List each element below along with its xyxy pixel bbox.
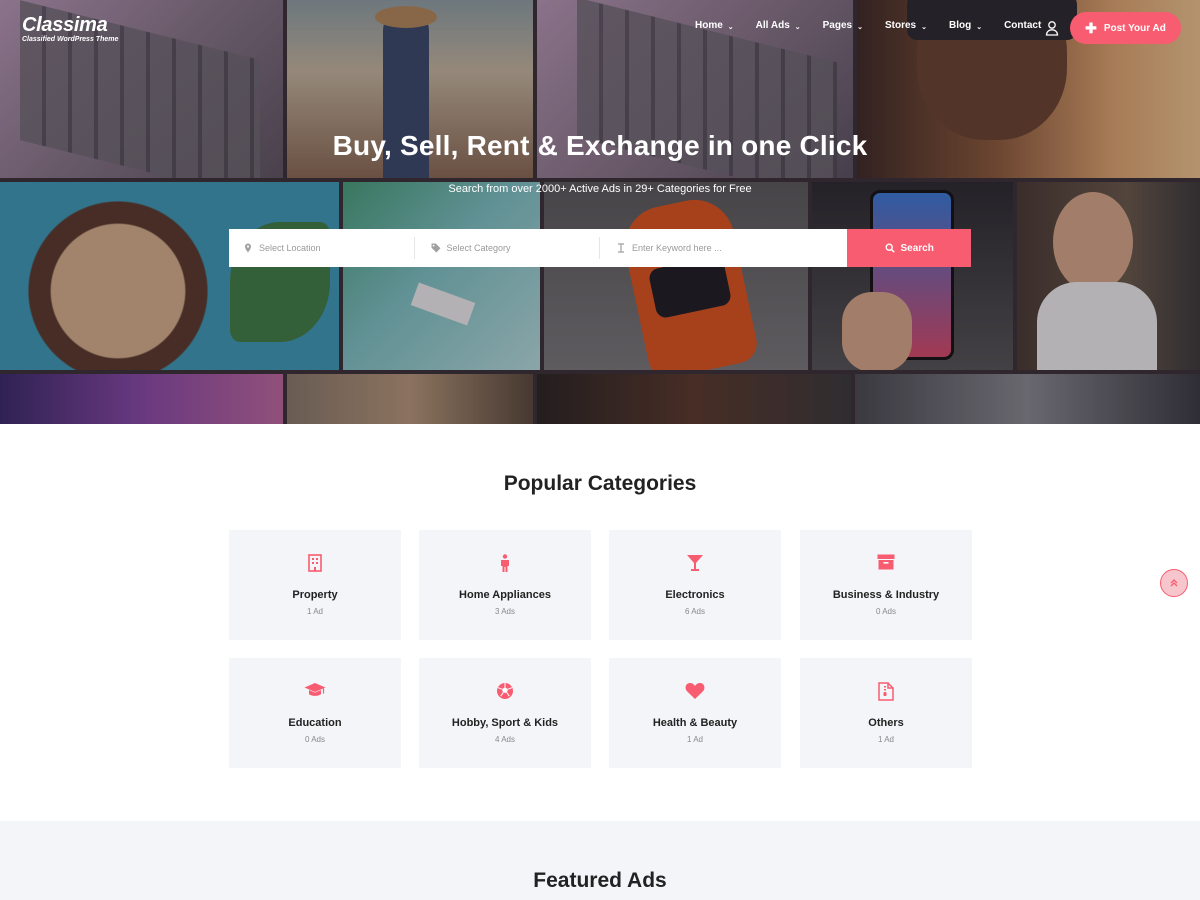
location-select[interactable]: Select Location xyxy=(229,237,415,259)
heart-icon xyxy=(609,682,781,700)
double-chevron-up-icon xyxy=(1170,579,1178,587)
category-card-others[interactable]: Others 1 Ad xyxy=(800,658,972,768)
hero-section: Classima Classified WordPress Theme Home… xyxy=(0,0,1200,424)
search-button[interactable]: Search xyxy=(847,229,971,267)
site-logo[interactable]: Classima Classified WordPress Theme xyxy=(22,14,118,44)
user-account-icon[interactable] xyxy=(1044,20,1060,36)
chevron-down-icon: ⌄ xyxy=(727,23,734,31)
category-placeholder: Select Category xyxy=(446,243,511,253)
menu-item-pages[interactable]: Pages ⌄ xyxy=(823,20,863,31)
map-pin-icon xyxy=(245,243,251,253)
logo-tagline: Classified WordPress Theme xyxy=(22,36,119,43)
post-ad-label: Post Your Ad xyxy=(1103,22,1166,34)
category-name: Education xyxy=(288,717,342,729)
menu-item-home[interactable]: Home ⌄ xyxy=(695,20,734,31)
search-bar: Select Location Select Category Enter Ke… xyxy=(229,229,971,267)
category-name: Hobby, Sport & Kids xyxy=(451,717,559,729)
category-count: 1 Ad xyxy=(306,607,323,616)
hero-overlay xyxy=(0,0,1200,424)
category-name: Business & Industry xyxy=(832,589,940,601)
cocktail-glass-icon xyxy=(609,554,781,572)
menu-label: Blog xyxy=(948,20,972,31)
menu-label: Stores xyxy=(884,20,917,31)
plus-icon: ✚ xyxy=(1085,20,1097,36)
menu-item-contact[interactable]: Contact xyxy=(1004,20,1041,31)
top-navigation: Classima Classified WordPress Theme Home… xyxy=(0,0,1200,56)
chevron-down-icon: ⌄ xyxy=(921,23,927,31)
menu-item-all-ads[interactable]: All Ads ⌄ xyxy=(756,20,801,31)
category-count: 1 Ad xyxy=(686,735,703,744)
category-name: Others xyxy=(868,717,904,729)
building-icon xyxy=(229,554,401,572)
chevron-down-icon: ⌄ xyxy=(976,23,983,31)
search-icon xyxy=(884,243,895,253)
keyword-placeholder: Enter Keyword here ... xyxy=(632,243,722,253)
scroll-to-top-button[interactable] xyxy=(1160,569,1188,597)
category-count: 4 Ads xyxy=(494,735,515,744)
keyword-input[interactable]: Enter Keyword here ... xyxy=(600,237,847,259)
category-card-hobby-sport-kids[interactable]: Hobby, Sport & Kids 4 Ads xyxy=(419,658,591,768)
menu-label: Pages xyxy=(822,20,853,31)
menu-label: All Ads xyxy=(755,20,790,31)
category-card-electronics[interactable]: Electronics 6 Ads xyxy=(609,530,781,640)
main-menu: Home ⌄ All Ads ⌄ Pages ⌄ Stores ⌄ Blog ⌄ Cont… xyxy=(695,20,1063,31)
menu-item-stores[interactable]: Stores ⌄ xyxy=(885,20,927,31)
category-name: Home Appliances xyxy=(459,589,551,601)
logo-name: Classima xyxy=(22,14,108,36)
featured-ads-section: Featured Ads xyxy=(0,821,1200,900)
category-name: Health & Beauty xyxy=(652,717,738,729)
soccer-ball-icon xyxy=(419,682,591,700)
category-name: Electronics xyxy=(665,589,725,601)
file-archive-icon xyxy=(800,682,972,701)
chevron-down-icon: ⌄ xyxy=(857,23,863,31)
category-card-education[interactable]: Education 0 Ads xyxy=(229,658,401,768)
category-count: 6 Ads xyxy=(684,607,705,616)
category-count: 0 Ads xyxy=(304,735,325,744)
category-select[interactable]: Select Category xyxy=(415,237,601,259)
search-button-label: Search xyxy=(900,242,934,254)
category-name: Property xyxy=(292,589,338,601)
menu-label: Contact xyxy=(1004,20,1042,31)
hero-subtitle: Search from over 2000+ Active Ads in 29+… xyxy=(448,183,752,195)
categories-heading: Popular Categories xyxy=(503,472,697,495)
category-card-property[interactable]: Property 1 Ad xyxy=(229,530,401,640)
tag-icon xyxy=(431,243,441,253)
post-ad-button[interactable]: ✚ Post Your Ad xyxy=(1070,12,1181,44)
category-count: 1 Ad xyxy=(877,735,894,744)
category-card-health-beauty[interactable]: Health & Beauty 1 Ad xyxy=(609,658,781,768)
hero-title: Buy, Sell, Rent & Exchange in one Click xyxy=(332,130,868,161)
text-cursor-icon xyxy=(618,243,625,253)
chevron-down-icon: ⌄ xyxy=(794,23,801,31)
featured-heading: Featured Ads xyxy=(533,869,667,892)
graduation-cap-icon xyxy=(229,682,401,698)
archive-box-icon xyxy=(800,554,972,570)
menu-label: Home xyxy=(695,20,723,31)
person-icon xyxy=(419,554,591,572)
category-count: 0 Ads xyxy=(875,607,896,616)
category-card-home-appliances[interactable]: Home Appliances 3 Ads xyxy=(419,530,591,640)
category-count: 3 Ads xyxy=(494,607,515,616)
location-placeholder: Select Location xyxy=(259,243,321,253)
menu-item-blog[interactable]: Blog ⌄ xyxy=(949,20,982,31)
category-card-business-industry[interactable]: Business & Industry 0 Ads xyxy=(800,530,972,640)
